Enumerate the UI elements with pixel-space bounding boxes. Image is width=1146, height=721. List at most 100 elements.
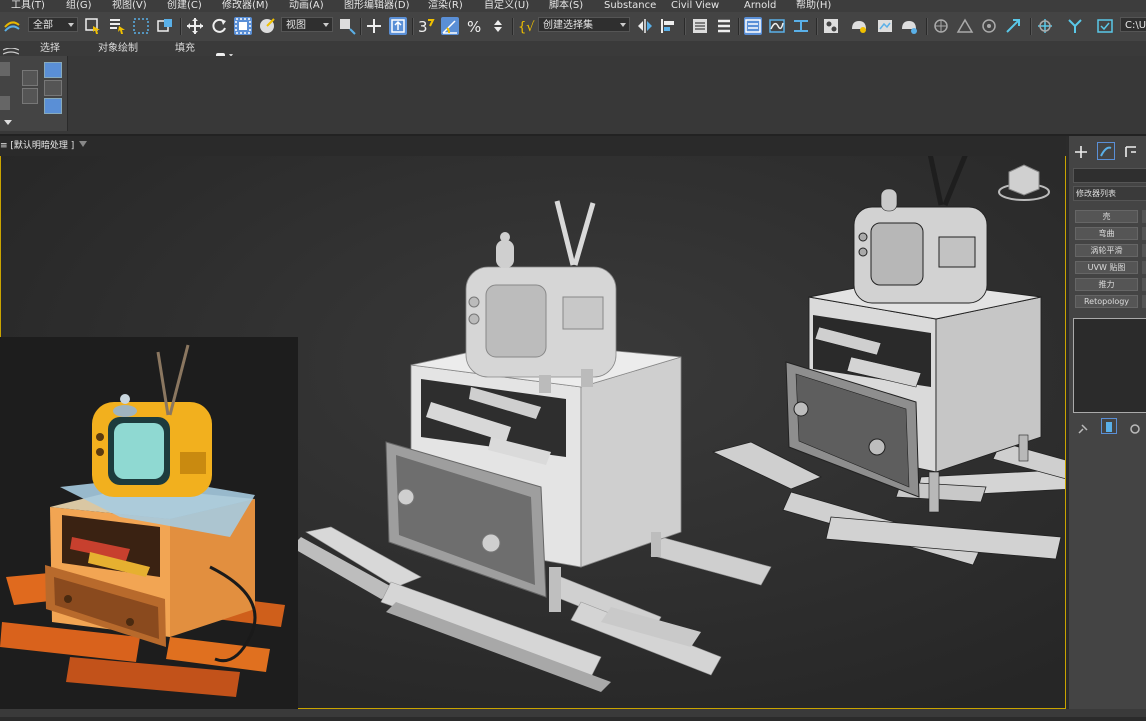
object-name-field[interactable] — [1073, 168, 1146, 183]
move-icon[interactable] — [186, 17, 204, 35]
align-icon[interactable] — [660, 17, 678, 35]
layer-explorer-icon[interactable] — [691, 17, 709, 35]
modifier-button-stub[interactable] — [1142, 244, 1146, 257]
ribbon-tools-group — [0, 56, 68, 131]
menu-graph-editors[interactable]: 图形编辑器(D) — [344, 0, 410, 12]
modifier-button-stub[interactable] — [1142, 278, 1146, 291]
ribbon-panel-icon[interactable] — [2, 43, 20, 55]
arnold-tools-icon[interactable] — [956, 17, 974, 35]
render-setup-icon[interactable] — [850, 17, 868, 35]
rect-selection-icon[interactable] — [132, 17, 150, 35]
select-object-icon[interactable] — [84, 17, 102, 35]
reference-coord-dropdown[interactable]: 视图 — [281, 17, 333, 32]
snaps-toggle-icon[interactable]: 3 — [417, 17, 435, 35]
viewport-header — [0, 136, 1066, 156]
menu-modifiers[interactable]: 修改器(M) — [222, 0, 268, 12]
tab-object-paint[interactable]: 对象绘制 — [98, 41, 138, 56]
viewport-label[interactable]: ≡ [默认明暗处理 ] — [0, 138, 74, 151]
arnold-light-icon[interactable] — [932, 17, 950, 35]
show-end-result-icon[interactable] — [1101, 418, 1117, 434]
scale-icon[interactable] — [234, 17, 252, 35]
menu-customize[interactable]: 自定义(U) — [484, 0, 529, 12]
ribbon-tool-button[interactable] — [44, 80, 62, 96]
create-tab-icon[interactable] — [1073, 144, 1089, 160]
ribbon-tool-button-active[interactable] — [44, 98, 62, 114]
named-selection-dropdown[interactable]: 创建选择集 — [538, 17, 630, 32]
named-selection-value: 创建选择集 — [543, 20, 593, 31]
toggle-ribbon-icon[interactable] — [715, 17, 733, 35]
menu-group[interactable]: 组(G) — [66, 0, 92, 12]
ribbon-expand-icon[interactable] — [4, 120, 12, 125]
menu-bar: 工具(T) 组(G) 视图(V) 创建(C) 修改器(M) 动画(A) 图形编辑… — [0, 0, 1146, 12]
menu-create[interactable]: 创建(C) — [167, 0, 202, 12]
menu-help[interactable]: 帮助(H) — [796, 0, 831, 12]
svg-text:{√: {√ — [518, 20, 535, 35]
reference-coord-value: 视图 — [286, 20, 306, 31]
command-panel: 修改器列表 壳 弯曲 涡轮平滑 UVW 贴图 推力 Retopology — [1068, 136, 1146, 717]
mirror-icon[interactable] — [636, 17, 654, 35]
pin-stack-icon[interactable] — [1077, 420, 1089, 434]
arnold-render-icon[interactable] — [980, 17, 998, 35]
modifier-button-stub[interactable] — [1142, 227, 1146, 240]
ribbon-tool-button-active[interactable] — [44, 62, 62, 78]
tab-populate[interactable]: 填充 — [175, 41, 195, 56]
curve-editor-icon[interactable] — [768, 17, 786, 35]
modifier-button-bend[interactable]: 弯曲 — [1075, 227, 1138, 240]
menu-rendering[interactable]: 渲染(R) — [428, 0, 463, 12]
project-path-value: C:\Us — [1125, 20, 1146, 31]
menu-animation[interactable]: 动画(A) — [289, 0, 324, 12]
keyboard-shortcut-toggle-icon[interactable] — [389, 17, 407, 35]
rendered-frame-window-icon[interactable] — [876, 17, 894, 35]
edit-named-selection-icon[interactable]: {√ — [517, 17, 535, 35]
spinner-snap-icon[interactable] — [489, 17, 507, 35]
viewport-layout-icon[interactable] — [1066, 17, 1084, 35]
select-manipulate-icon[interactable] — [365, 17, 383, 35]
project-folder-icon[interactable] — [1096, 17, 1114, 35]
modifier-button-shell[interactable]: 壳 — [1075, 210, 1138, 223]
placement-icon[interactable] — [258, 17, 276, 35]
pivot-center-icon[interactable] — [338, 17, 356, 35]
menu-tools[interactable]: 工具(T) — [11, 0, 45, 12]
modifier-button-retopology[interactable]: Retopology — [1075, 295, 1138, 308]
window-crossing-icon[interactable] — [156, 17, 174, 35]
select-by-name-icon[interactable] — [108, 17, 126, 35]
svg-text:%: % — [467, 18, 481, 35]
menu-substance[interactable]: Substance — [604, 0, 656, 12]
menu-scripting[interactable]: 脚本(S) — [549, 0, 583, 12]
rotate-icon[interactable] — [210, 17, 228, 35]
ribbon-tool-button[interactable] — [22, 88, 38, 104]
filter-icon[interactable] — [79, 141, 87, 147]
modifier-button-stub[interactable] — [1142, 261, 1146, 274]
tab-selection[interactable]: 选择 — [40, 41, 60, 56]
modifier-button-stub[interactable] — [1142, 295, 1146, 308]
modify-tab-icon[interactable] — [1097, 142, 1115, 160]
modifier-stack-list[interactable] — [1073, 318, 1146, 413]
arnold-ipr-icon[interactable] — [1004, 17, 1022, 35]
render-production-icon[interactable] — [900, 17, 918, 35]
project-path-field[interactable]: C:\Us — [1120, 17, 1146, 32]
menu-views[interactable]: 视图(V) — [112, 0, 147, 12]
menu-arnold[interactable]: Arnold — [744, 0, 776, 12]
percent-snap-icon[interactable]: % — [465, 17, 483, 35]
hierarchy-tab-icon[interactable] — [1123, 144, 1139, 160]
scene-converter-icon[interactable] — [1036, 17, 1054, 35]
menu-civil-view[interactable]: Civil View — [671, 0, 719, 12]
ribbon-tool-button[interactable] — [0, 96, 10, 110]
remove-modifier-icon[interactable] — [1129, 420, 1141, 434]
ribbon-tool-button[interactable] — [22, 70, 38, 86]
modifier-list-dropdown[interactable]: 修改器列表 — [1073, 186, 1146, 201]
reference-image-canvas — [0, 337, 298, 717]
status-bar — [0, 709, 1146, 717]
scene-explorer-icon[interactable] — [744, 17, 762, 35]
schematic-view-icon[interactable] — [792, 17, 810, 35]
modifier-button-stub[interactable] — [1142, 210, 1146, 223]
selection-filter-dropdown[interactable]: 全部 — [28, 17, 78, 32]
angle-snap-icon[interactable] — [441, 17, 459, 35]
ribbon-options-icon[interactable] — [216, 45, 236, 59]
modifier-button-push[interactable]: 推力 — [1075, 278, 1138, 291]
link-icon[interactable] — [3, 17, 21, 35]
modifier-button-uvw-map[interactable]: UVW 贴图 — [1075, 261, 1138, 274]
modifier-button-turbosmooth[interactable]: 涡轮平滑 — [1075, 244, 1138, 257]
ribbon-tool-button[interactable] — [0, 62, 10, 76]
material-editor-icon[interactable] — [822, 17, 840, 35]
